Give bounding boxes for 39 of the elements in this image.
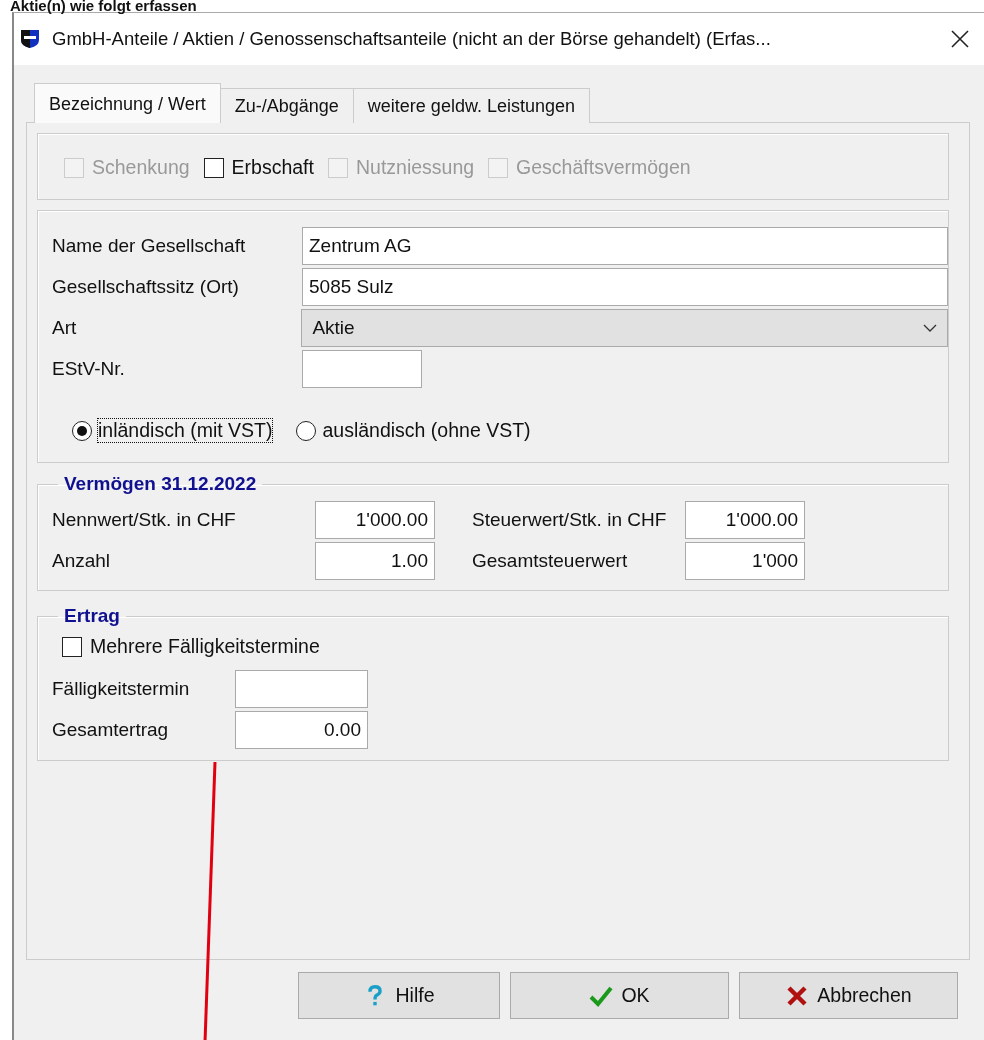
input-field[interactable]: 1.00 [315,542,435,580]
input-field[interactable]: 0.00 [235,710,368,749]
input-field[interactable]: 1'000.00 [315,501,435,539]
input-field[interactable] [302,349,422,388]
field-label: Steuerwert/Stk. in CHF [471,509,668,531]
tab[interactable]: Bezeichnung / Wert [34,83,221,123]
checkbox[interactable]: Mehrere Fälligkeitstermine [52,633,948,668]
close-icon[interactable] [950,29,970,49]
cancel-button[interactable]: Abbrechen [739,972,958,1019]
shield-logo-icon [20,29,40,49]
field-label: Gesamtertrag [52,718,170,741]
radio-button[interactable]: ausländisch (ohne VST) [296,419,531,442]
help-button[interactable]: Hilfe [298,972,500,1019]
field-label: Art [52,316,78,339]
ok-button[interactable]: OK [510,972,729,1019]
input-field[interactable]: Zentrum AG [302,226,948,265]
dropdown[interactable]: Aktie [301,308,948,347]
input-field[interactable]: 1'000 [685,542,805,580]
tab[interactable]: weitere geldw. Leistungen [352,88,590,123]
checkbox[interactable]: Erbschaft [203,156,314,179]
field-label: Nennwert/Stk. in CHF [52,509,237,531]
input-field[interactable]: 5085 Sulz [302,267,948,306]
field-label: Name der Gesellschaft [52,234,247,257]
field-label: Anzahl [52,550,112,572]
cross-icon [785,984,810,1007]
field-label: Fälligkeitstermin [52,677,191,700]
radio-button[interactable]: inländisch (mit VST) [72,419,273,442]
input-field[interactable] [235,669,368,708]
input-field[interactable]: 1'000.00 [685,501,805,539]
field-label: Gesellschaftssitz (Ort) [52,275,240,298]
field-label: EStV-Nr. [52,357,126,380]
window-title: GmbH-Anteile / Aktien / Genossenschaftsanteile (nicht an der Börse gehandelt) (Erfas... [52,28,772,50]
page-heading: Aktie(n) wie folgt erfassen [9,0,198,12]
checkmark-icon [589,984,614,1007]
field-label: Gesamtsteuerwert [471,550,629,572]
group-title: Ertrag [63,605,121,627]
group-title: Vermögen 31.12.2022 [63,473,258,495]
tab[interactable]: Zu-/Abgänge [219,88,354,123]
chevron-down-icon [923,323,937,332]
